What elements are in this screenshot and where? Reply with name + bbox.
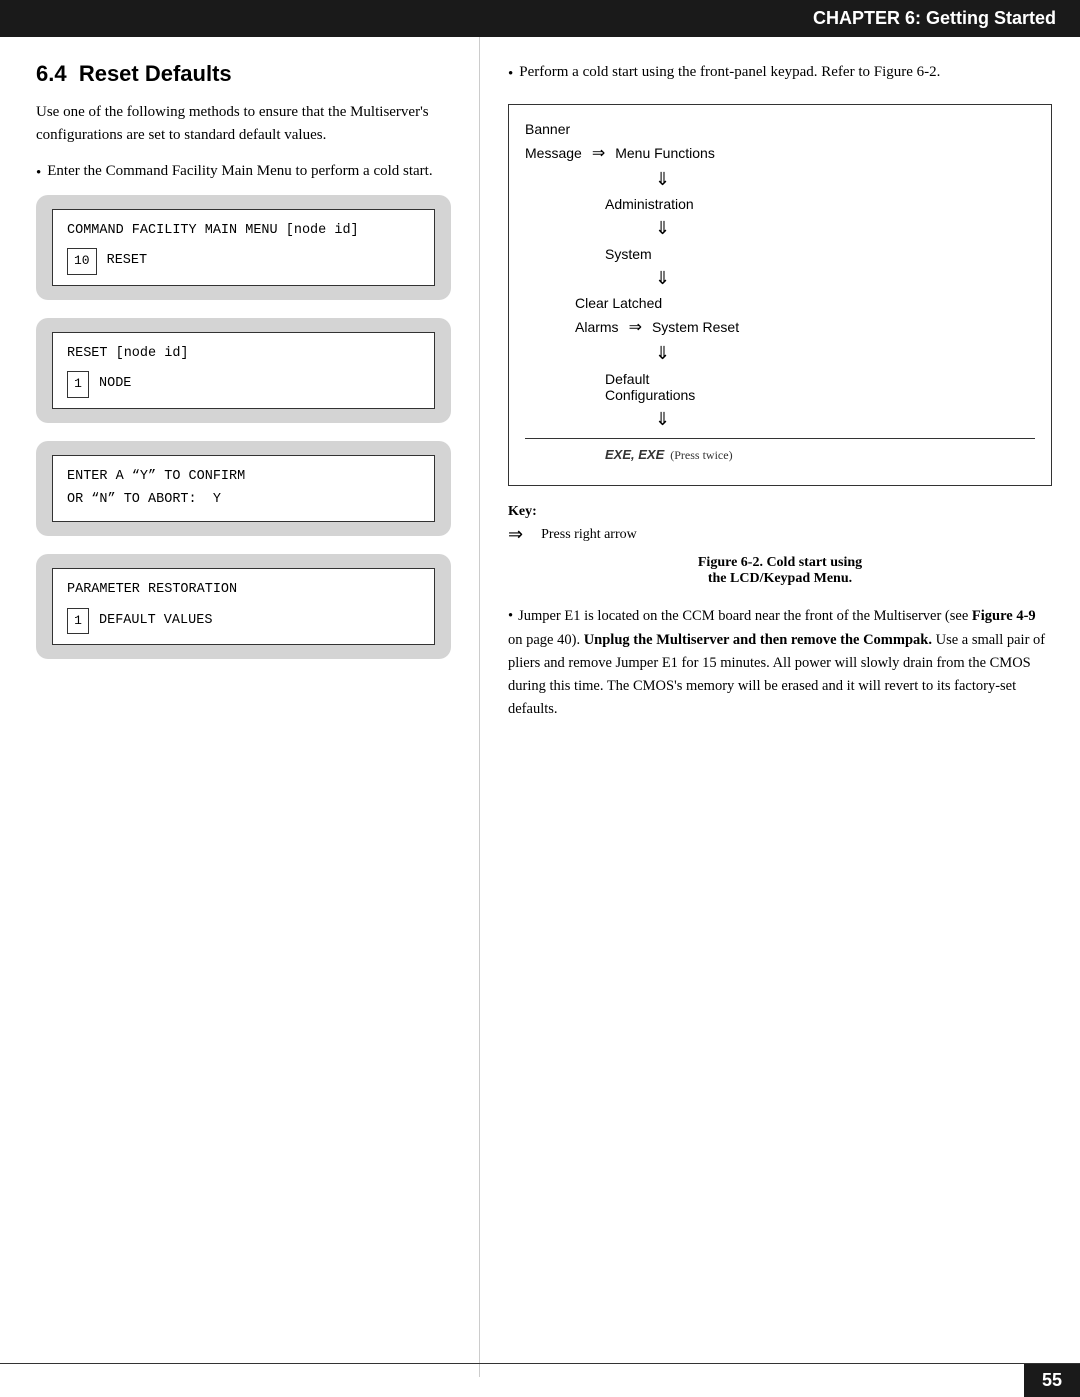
diagram-default-row: Default Configurations (605, 371, 1035, 403)
key-label: Key: (508, 504, 1052, 520)
diagram-default: Default Configurations (605, 371, 695, 403)
diagram-alarms: Alarms (575, 319, 619, 335)
figure-caption-2: the LCD/Keypad Menu. (708, 571, 852, 586)
diagram-menu-functions: Menu Functions (615, 145, 715, 161)
terminal2-label: NODE (99, 373, 131, 396)
terminal4-line1: PARAMETER RESTORATION (67, 579, 420, 602)
bullet-1: • Enter the Command Facility Main Menu t… (36, 160, 451, 185)
content-area: 6.4 Reset Defaults Use one of the follow… (0, 37, 1080, 1377)
key-desc: Press right arrow (541, 527, 637, 543)
diagram-box: Banner Message ⇒ Menu Functions ⇓ Admini… (508, 104, 1052, 487)
terminal2-line1: RESET [node id] (67, 343, 420, 366)
diagram-exe-label: EXE, EXE (605, 447, 664, 462)
key-row: ⇒ Press right arrow (508, 524, 1052, 545)
terminal-inner-3: ENTER A “Y” TO CONFIRM OR “N” TO ABORT: … (52, 455, 435, 523)
diagram-arrow-down-2-wrap: ⇓ (625, 218, 1035, 240)
diagram-arrow-down-4-wrap: ⇓ (625, 343, 1035, 365)
terminal3-line2: OR “N” TO ABORT: Y (67, 489, 420, 512)
diagram-system: System (605, 246, 652, 262)
terminal1-label: RESET (107, 250, 148, 273)
bullet-symbol: • (36, 162, 41, 185)
right-bullet-1: • Perform a cold start using the front-p… (508, 61, 1052, 86)
key-section: Key: ⇒ Press right arrow (508, 504, 1052, 545)
terminal-inner-2: RESET [node id] 1 NODE (52, 332, 435, 409)
terminal1-line1: COMMAND FACILITY MAIN MENU [node id] (67, 220, 420, 243)
diagram-arrow-down-4: ⇓ (655, 343, 1035, 365)
diagram-system-reset: System Reset (652, 319, 739, 335)
terminal1-num-line: 10 RESET (67, 248, 420, 274)
terminal-box-4: PARAMETER RESTORATION 1 DEFAULT VALUES (36, 554, 451, 659)
bottom-bullet-symbol: • (508, 608, 513, 624)
diagram-arrow-down-5-wrap: ⇓ (625, 409, 1035, 431)
terminal-inner-4: PARAMETER RESTORATION 1 DEFAULT VALUES (52, 568, 435, 645)
terminal-box-2: RESET [node id] 1 NODE (36, 318, 451, 423)
terminal-box-3: ENTER A “Y” TO CONFIRM OR “N” TO ABORT: … (36, 441, 451, 537)
diagram-arrow-down-2: ⇓ (655, 218, 1035, 240)
terminal4-label: DEFAULT VALUES (99, 610, 212, 633)
diagram-system-row: System (605, 246, 1035, 262)
page-footer: 55 (0, 1363, 1080, 1397)
terminal1-num: 10 (67, 248, 97, 274)
diagram-administration: Administration (605, 196, 694, 212)
figure-caption-1: Figure 6-2. Cold start using (698, 555, 862, 570)
intro-text: Use one of the following methods to ensu… (36, 101, 451, 146)
terminal-inner-1: COMMAND FACILITY MAIN MENU [node id] 10 … (52, 209, 435, 286)
terminal4-num-line: 1 DEFAULT VALUES (67, 608, 420, 634)
diagram-arrow-right-2: ⇒ (629, 317, 642, 337)
diagram-press-twice: (Press twice) (670, 448, 732, 463)
terminal4-num: 1 (67, 608, 89, 634)
diagram-clear-latched-row: Clear Latched (575, 295, 1035, 311)
diagram-message: Message (525, 145, 582, 161)
bullet-1-text: Enter the Command Facility Main Menu to … (47, 160, 432, 183)
diagram-clear-latched: Clear Latched (575, 295, 662, 311)
diagram-admin-row: Administration (605, 196, 1035, 212)
diagram-arrow-right-1: ⇒ (592, 143, 605, 163)
terminal-box-1: COMMAND FACILITY MAIN MENU [node id] 10 … (36, 195, 451, 300)
diagram-arrow-down-1-wrap: ⇓ (625, 169, 1035, 191)
terminal2-num: 1 (67, 371, 89, 397)
section-title: 6.4 Reset Defaults (36, 61, 451, 87)
diagram-alarms-row: Alarms ⇒ System Reset (575, 317, 1035, 337)
diagram-message-row: Message ⇒ Menu Functions (525, 143, 1035, 163)
diagram-arrow-down-5: ⇓ (655, 409, 1035, 431)
left-column: 6.4 Reset Defaults Use one of the follow… (0, 37, 480, 1377)
right-bullet-symbol: • (508, 63, 513, 86)
right-bullet-text: Perform a cold start using the front-pan… (519, 61, 940, 84)
chapter-header: CHAPTER 6: Getting Started (0, 0, 1080, 37)
key-arrow: ⇒ (508, 524, 523, 545)
diagram-arrow-down-3: ⇓ (655, 268, 1035, 290)
diagram-arrow-down-1: ⇓ (655, 169, 1035, 191)
diagram-arrow-down-3-wrap: ⇓ (625, 268, 1035, 290)
diagram-divider (525, 438, 1035, 439)
bottom-para: •Jumper E1 is located on the CCM board n… (508, 605, 1052, 721)
diagram-banner: Banner (525, 121, 570, 137)
diagram-exe-row: EXE, EXE (Press twice) (605, 447, 1035, 463)
figure-caption: Figure 6-2. Cold start using the LCD/Key… (508, 555, 1052, 587)
terminal3-line1: ENTER A “Y” TO CONFIRM (67, 466, 420, 489)
chapter-title: CHAPTER 6: Getting Started (813, 8, 1056, 28)
terminal2-num-line: 1 NODE (67, 371, 420, 397)
bottom-para-text: Jumper E1 is located on the CCM board ne… (508, 608, 1045, 717)
diagram-banner-row: Banner (525, 121, 1035, 137)
page-number: 55 (1024, 1364, 1080, 1397)
right-column: • Perform a cold start using the front-p… (480, 37, 1080, 1377)
